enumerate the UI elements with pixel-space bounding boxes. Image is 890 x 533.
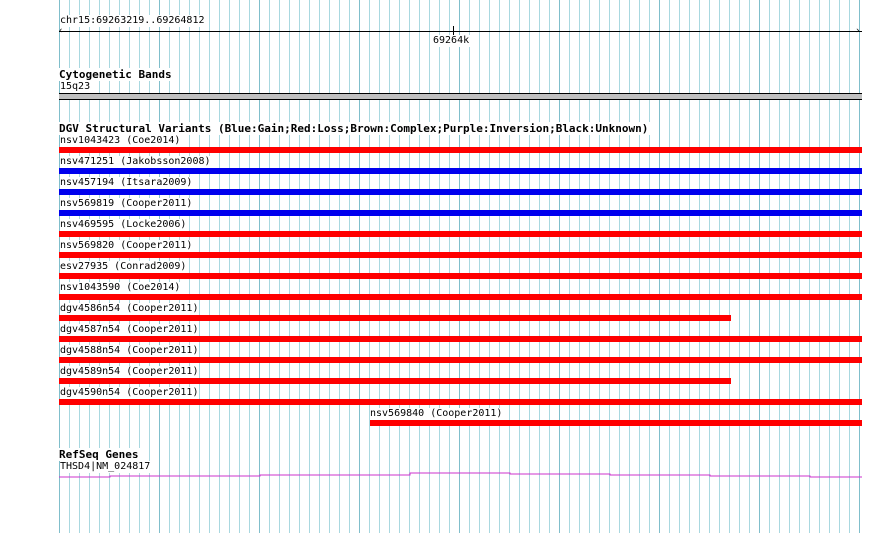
refseq-track-title[interactable]: RefSeq Genes xyxy=(59,448,141,461)
cytoband-bar[interactable] xyxy=(59,93,862,100)
dgv-variant-bar[interactable] xyxy=(59,336,862,342)
dgv-variant-bar[interactable] xyxy=(59,294,862,300)
ruler-right-arrow-icon[interactable]: › xyxy=(855,27,860,36)
dgv-variant-label: dgv4589n54 (Cooper2011) xyxy=(60,366,200,378)
dgv-variant-label: nsv471251 (Jakobsson2008) xyxy=(60,156,212,168)
dgv-variant-label: nsv469595 (Locke2006) xyxy=(60,219,188,231)
dgv-variant-bar[interactable] xyxy=(59,210,862,216)
dgv-variant-bar[interactable] xyxy=(370,420,862,426)
dgv-variant-label: dgv4586n54 (Cooper2011) xyxy=(60,303,200,315)
dgv-variant-bar[interactable] xyxy=(59,231,862,237)
ruler-center-label: 69264k xyxy=(433,35,471,47)
gene-intron-line xyxy=(59,472,862,478)
dgv-variant-label: nsv1043590 (Coe2014) xyxy=(60,282,182,294)
dgv-variant-label: dgv4590n54 (Cooper2011) xyxy=(60,387,200,399)
dgv-track-title[interactable]: DGV Structural Variants (Blue:Gain;Red:L… xyxy=(59,122,651,135)
dgv-variant-bar[interactable] xyxy=(59,189,862,195)
genome-browser-view: chr15:69263219..69264812 ‹ › 69264k Cyto… xyxy=(0,0,890,533)
ruler-line xyxy=(59,31,862,32)
dgv-variant-bar[interactable] xyxy=(59,357,862,363)
dgv-variant-label: nsv569819 (Cooper2011) xyxy=(60,198,194,210)
dgv-variant-bar[interactable] xyxy=(59,315,731,321)
cytoband-track-title[interactable]: Cytogenetic Bands xyxy=(59,68,174,81)
dgv-variant-label: nsv457194 (Itsara2009) xyxy=(60,177,194,189)
dgv-variant-label: nsv569840 (Cooper2011) xyxy=(370,408,504,420)
dgv-variant-label: dgv4588n54 (Cooper2011) xyxy=(60,345,200,357)
gene-model[interactable] xyxy=(0,465,890,485)
dgv-variant-bar[interactable] xyxy=(59,378,731,384)
cytoband-label: 15q23 xyxy=(60,81,92,93)
dgv-variant-bar[interactable] xyxy=(59,147,862,153)
dgv-variant-label: nsv1043423 (Coe2014) xyxy=(60,135,182,147)
dgv-variant-label: dgv4587n54 (Cooper2011) xyxy=(60,324,200,336)
locus-label: chr15:69263219..69264812 xyxy=(60,15,206,27)
dgv-variant-label: esv27935 (Conrad2009) xyxy=(60,261,188,273)
dgv-variant-bar[interactable] xyxy=(59,273,862,279)
dgv-variant-label: nsv569820 (Cooper2011) xyxy=(60,240,194,252)
dgv-variant-bar[interactable] xyxy=(59,168,862,174)
dgv-variant-bar[interactable] xyxy=(59,399,862,405)
dgv-variant-bar[interactable] xyxy=(59,252,862,258)
